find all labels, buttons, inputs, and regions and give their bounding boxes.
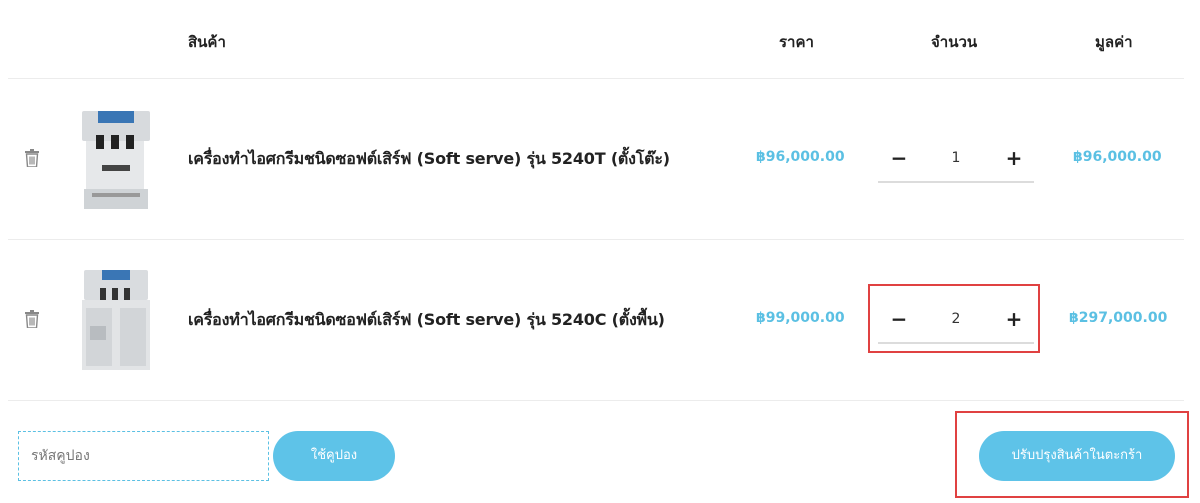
cart-page: สินค้า ราคา จำนวน มูลค่า เครื่องทำไอศกรี… [0, 0, 1200, 503]
coupon-input[interactable] [18, 431, 269, 481]
increase-button[interactable]: + [1001, 145, 1027, 171]
header-product: สินค้า [188, 33, 226, 51]
divider [8, 400, 1184, 401]
quantity-highlight-box [868, 284, 1040, 353]
header-price: ราคา [779, 33, 814, 51]
product-thumbnail[interactable] [76, 266, 156, 372]
product-subtotal: ฿297,000.00 [1069, 310, 1168, 326]
table-row: เครื่องทำไอศกรีมชนิดซอฟต์เสิร์ฟ (Soft se… [0, 79, 1200, 239]
product-price: ฿96,000.00 [756, 149, 845, 165]
header-subtotal: มูลค่า [1095, 33, 1133, 51]
update-cart-highlight-box [955, 411, 1189, 498]
product-name[interactable]: เครื่องทำไอศกรีมชนิดซอฟต์เสิร์ฟ (Soft se… [188, 147, 670, 172]
product-name[interactable]: เครื่องทำไอศกรีมชนิดซอฟต์เสิร์ฟ (Soft se… [188, 308, 665, 333]
header-quantity: จำนวน [931, 33, 978, 51]
apply-coupon-button[interactable]: ใช้คูปอง [273, 431, 395, 481]
product-price: ฿99,000.00 [756, 310, 845, 326]
trash-icon[interactable] [25, 149, 39, 167]
quantity-stepper: − + [878, 137, 1034, 183]
product-thumbnail[interactable] [76, 105, 156, 211]
quantity-input[interactable] [928, 146, 984, 170]
trash-icon[interactable] [25, 310, 39, 328]
product-subtotal: ฿96,000.00 [1073, 149, 1162, 165]
decrease-button[interactable]: − [886, 145, 912, 171]
